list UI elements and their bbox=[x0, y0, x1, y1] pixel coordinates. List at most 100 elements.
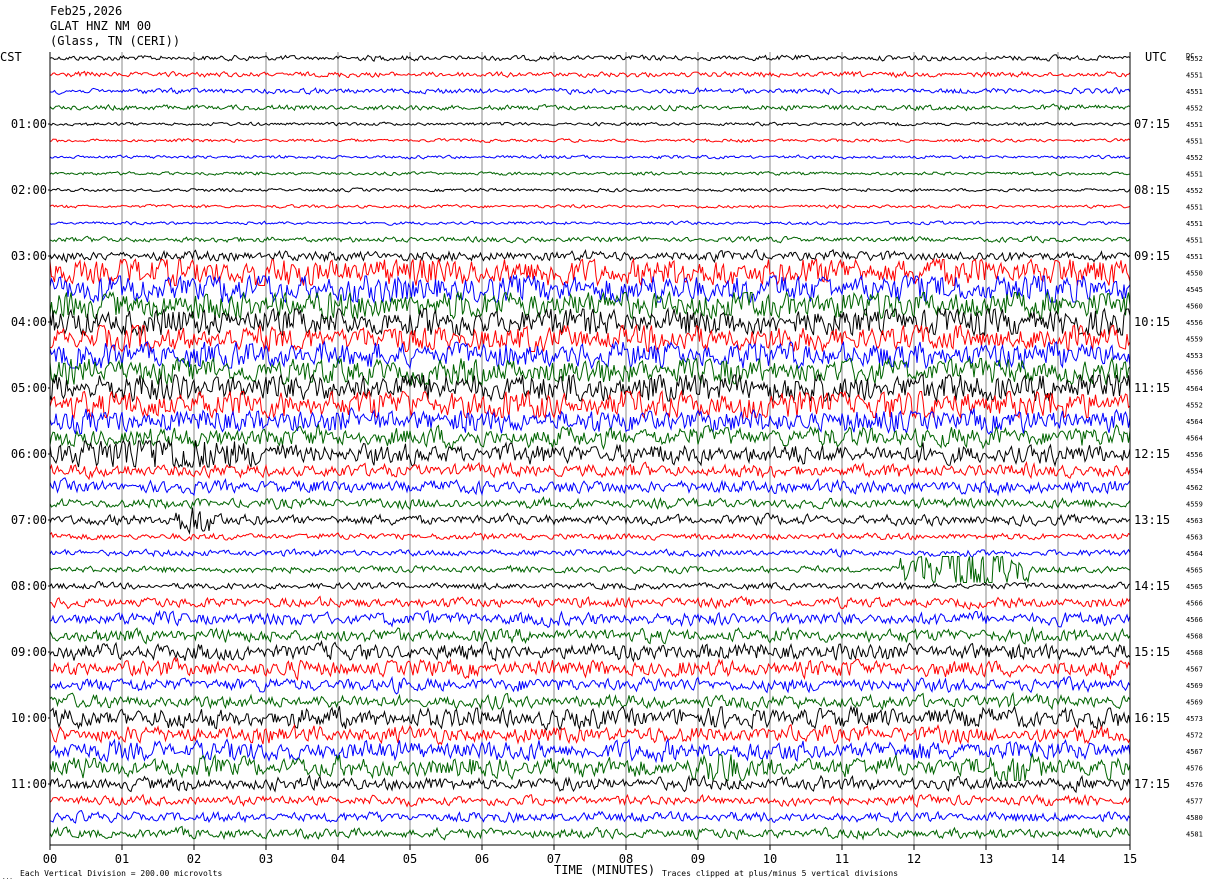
right-time-label: 14:15 bbox=[1134, 579, 1170, 593]
trace-line bbox=[49, 154, 1131, 160]
right-time-label: 13:15 bbox=[1134, 513, 1170, 527]
x-axis-title: TIME (MINUTES) bbox=[554, 863, 655, 877]
dc-offset-label: 4573 bbox=[1186, 715, 1203, 723]
dc-offset-label: 4563 bbox=[1186, 517, 1203, 525]
trace-line bbox=[49, 54, 1131, 63]
dc-offset-label: 4563 bbox=[1186, 534, 1203, 542]
left-time-label: 09:00 bbox=[11, 645, 47, 659]
dc-offset-label: 4568 bbox=[1186, 649, 1203, 657]
trace-line bbox=[49, 774, 1131, 794]
x-tick-label: 05 bbox=[403, 852, 417, 866]
trace-line bbox=[49, 439, 1131, 469]
dc-offset-label: 4566 bbox=[1186, 616, 1203, 624]
right-zone-label: UTC bbox=[1145, 50, 1167, 64]
trace-line bbox=[49, 203, 1131, 209]
dc-offset-label: 4553 bbox=[1186, 352, 1203, 360]
left-time-label: 04:00 bbox=[11, 315, 47, 329]
trace-line bbox=[49, 595, 1131, 611]
x-tick-label: 04 bbox=[331, 852, 345, 866]
scale-note: Each Vertical Division = 200.00 microvol… bbox=[20, 869, 222, 878]
trace-line bbox=[49, 86, 1131, 96]
dc-offset-label: 4552 bbox=[1186, 105, 1203, 113]
trace-line bbox=[49, 548, 1131, 558]
dc-offset-label: 4551 bbox=[1186, 220, 1203, 228]
x-tick-label: 14 bbox=[1051, 852, 1065, 866]
dc-offset-label: 4569 bbox=[1186, 699, 1203, 707]
trace-line bbox=[49, 723, 1131, 746]
left-time-label: 11:00 bbox=[11, 777, 47, 791]
dc-offset-label: 4551 bbox=[1186, 121, 1203, 129]
trace-line bbox=[49, 656, 1131, 682]
trace-line bbox=[49, 389, 1131, 420]
left-time-label: 10:00 bbox=[11, 711, 47, 725]
trace-line bbox=[49, 793, 1131, 808]
dc-offset-label: 4551 bbox=[1186, 72, 1203, 80]
x-tick-label: 11 bbox=[835, 852, 849, 866]
trace-line bbox=[49, 810, 1131, 824]
dc-offset-label: 4565 bbox=[1186, 583, 1203, 591]
trace-line bbox=[49, 248, 1131, 264]
left-time-label: 01:00 bbox=[11, 117, 47, 131]
dc-offset-label: 4581 bbox=[1186, 831, 1203, 839]
trace-line bbox=[49, 705, 1131, 732]
x-tick-label: 06 bbox=[475, 852, 489, 866]
trace-line bbox=[49, 423, 1131, 451]
dc-offset-label: 4551 bbox=[1186, 138, 1203, 146]
dc-offset-label: 4551 bbox=[1186, 204, 1203, 212]
corner-mark: ... bbox=[2, 874, 13, 881]
right-time-label: 10:15 bbox=[1134, 315, 1170, 329]
dc-offset-label: 4569 bbox=[1186, 682, 1203, 690]
trace-line bbox=[49, 752, 1131, 782]
right-time-label: 12:15 bbox=[1134, 447, 1170, 461]
dc-offset-label: 4551 bbox=[1186, 88, 1203, 96]
trace-line bbox=[49, 825, 1131, 841]
dc-offset-label: 4559 bbox=[1186, 336, 1203, 344]
trace-line bbox=[49, 187, 1131, 193]
x-tick-label: 03 bbox=[259, 852, 273, 866]
dc-offset-label: 4564 bbox=[1186, 550, 1203, 558]
x-tick-label: 08 bbox=[619, 852, 633, 866]
left-time-label: 03:00 bbox=[11, 249, 47, 263]
left-time-label: 08:00 bbox=[11, 579, 47, 593]
dc-offset-label: 4552 bbox=[1186, 154, 1203, 162]
trace-line bbox=[49, 675, 1131, 695]
x-tick-label: 01 bbox=[115, 852, 129, 866]
dc-offset-label: 4556 bbox=[1186, 451, 1203, 459]
dc-offset-label: 4565 bbox=[1186, 567, 1203, 575]
dc-offset-label: 4568 bbox=[1186, 633, 1203, 641]
dc-offset-label: 4556 bbox=[1186, 319, 1203, 327]
clip-note: Traces clipped at plus/minus 5 vertical … bbox=[662, 869, 898, 878]
right-time-label: 09:15 bbox=[1134, 249, 1170, 263]
trace-line bbox=[49, 138, 1131, 144]
right-time-label: 08:15 bbox=[1134, 183, 1170, 197]
trace-line bbox=[49, 460, 1131, 481]
x-tick-label: 00 bbox=[43, 852, 57, 866]
trace-line bbox=[49, 639, 1131, 663]
x-tick-label: 12 bbox=[907, 852, 921, 866]
trace-line bbox=[49, 220, 1131, 226]
x-tick-label: 15 bbox=[1123, 852, 1137, 866]
x-tick-label: 10 bbox=[763, 852, 777, 866]
trace-line bbox=[49, 170, 1131, 177]
dc-offset-label: 4552 bbox=[1186, 402, 1203, 410]
left-time-label: 02:00 bbox=[11, 183, 47, 197]
trace-line bbox=[49, 477, 1131, 497]
x-tick-label: 07 bbox=[547, 852, 561, 866]
trace-line bbox=[49, 70, 1131, 79]
trace-line bbox=[49, 507, 1131, 535]
x-tick-label: 13 bbox=[979, 852, 993, 866]
trace-line bbox=[49, 580, 1131, 591]
right-time-label: 15:15 bbox=[1134, 645, 1170, 659]
dc-offset-label: 4551 bbox=[1186, 171, 1203, 179]
trace-line bbox=[49, 103, 1131, 112]
dc-offset-label: 4572 bbox=[1186, 732, 1203, 740]
trace-line bbox=[49, 235, 1131, 244]
dc-offset-label: 4576 bbox=[1186, 781, 1203, 789]
dc-offset-label: 4559 bbox=[1186, 501, 1203, 509]
dc-offset-label: 4567 bbox=[1186, 666, 1203, 674]
dc-offset-label: 4556 bbox=[1186, 369, 1203, 377]
left-time-label: 07:00 bbox=[11, 513, 47, 527]
right-time-label: 11:15 bbox=[1134, 381, 1170, 395]
dc-offset-label: 4577 bbox=[1186, 798, 1203, 806]
right-time-label: 07:15 bbox=[1134, 117, 1170, 131]
